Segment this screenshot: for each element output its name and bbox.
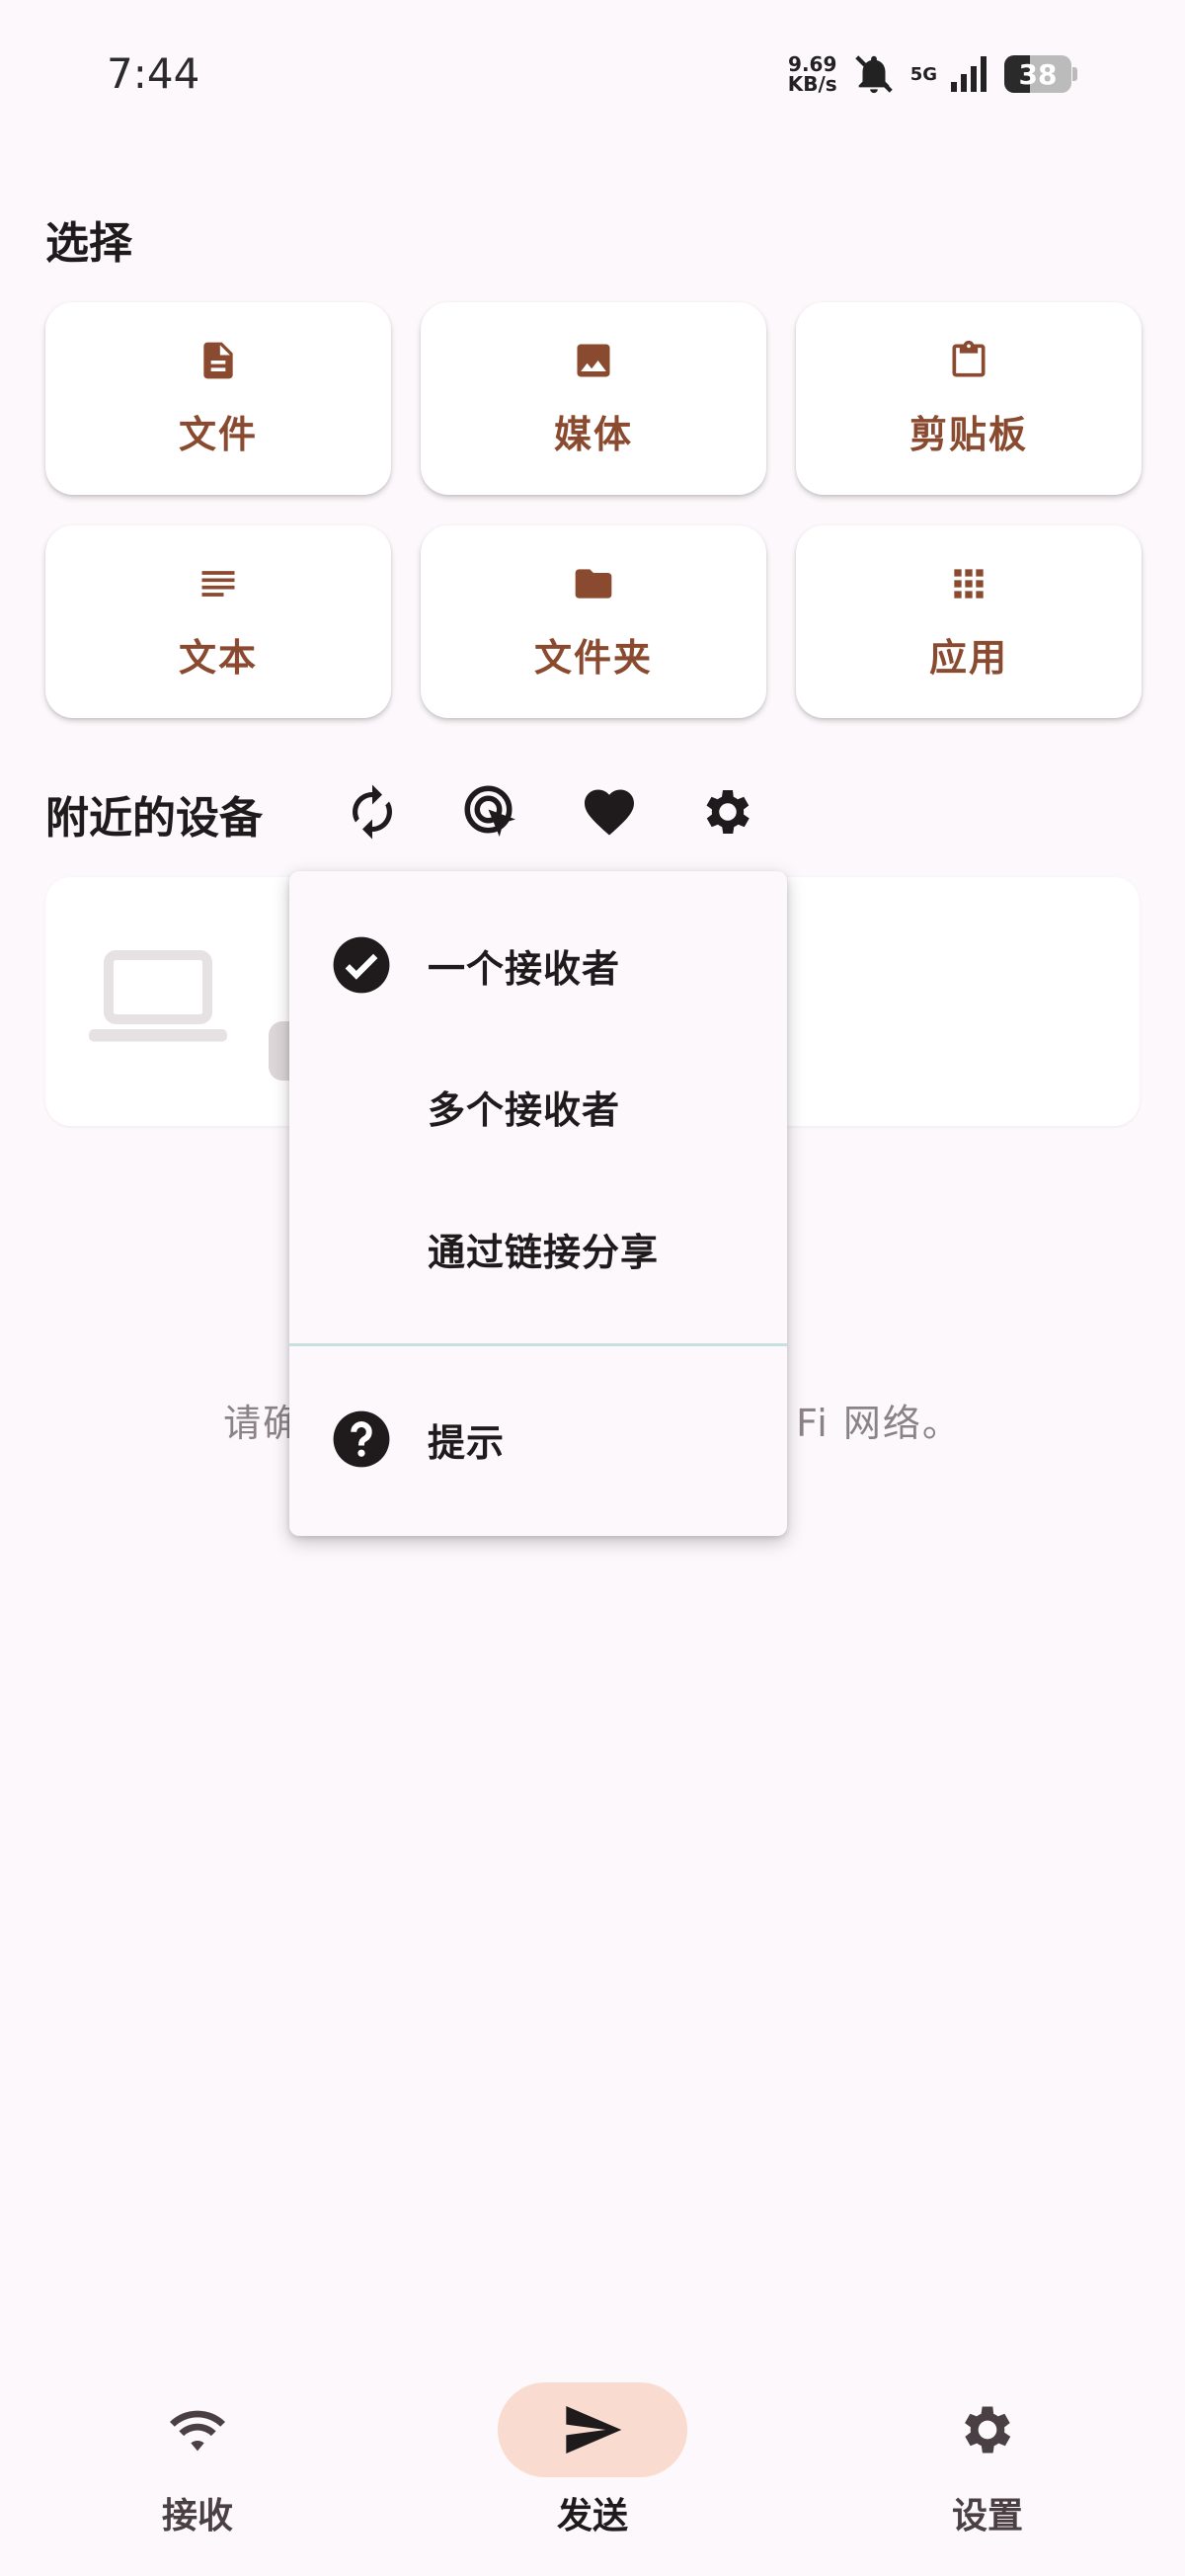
folder-icon	[575, 569, 612, 599]
apps-grid-icon	[954, 569, 984, 599]
refresh-icon	[353, 784, 392, 840]
select-folder-label: 文件夹	[533, 636, 653, 680]
select-file-button[interactable]: 文件	[45, 302, 391, 495]
scan-target-button[interactable]	[459, 780, 522, 844]
nav-settings-label: 设置	[951, 2496, 1023, 2536]
nav-receive-label: 接收	[161, 2496, 233, 2536]
menu-item-label: 提示	[428, 1420, 506, 1465]
image-icon	[577, 344, 610, 377]
send-mode-menu: 一个接收者 多个接收者 通过链接分享 提示	[289, 871, 787, 1536]
menu-item-label: 通过链接分享	[428, 1230, 660, 1274]
signal-group: 5G	[909, 63, 937, 85]
wifi-icon	[170, 2410, 225, 2452]
menu-item-multiple-recipients[interactable]: 多个接收者	[289, 1047, 787, 1166]
target-cursor-icon	[464, 785, 515, 837]
send-icon	[566, 2406, 622, 2454]
bottom-navigation: 接收 发送 设置	[0, 2361, 1185, 2576]
heart-icon	[585, 789, 634, 836]
favorites-button[interactable]	[578, 780, 641, 844]
nav-receive-pill	[103, 2382, 292, 2477]
help-circle-icon	[333, 1410, 390, 1468]
laptop-icon	[89, 950, 227, 1042]
select-folder-button[interactable]: 文件夹	[421, 525, 766, 718]
select-text-button[interactable]: 文本	[45, 525, 391, 718]
refresh-button[interactable]	[341, 780, 404, 844]
signal-bars-icon	[951, 56, 987, 92]
battery-indicator: 38	[1004, 55, 1077, 93]
menu-item-tips[interactable]: 提示	[289, 1380, 787, 1498]
nav-send[interactable]: 发送	[484, 2382, 701, 2538]
status-time: 7:44	[107, 49, 200, 98]
nav-send-label: 发送	[556, 2496, 628, 2536]
select-text-label: 文本	[178, 636, 258, 680]
menu-item-label: 多个接收者	[428, 1087, 621, 1132]
nav-settings[interactable]: 设置	[879, 2382, 1096, 2538]
gear-icon	[706, 790, 750, 834]
gear-icon	[965, 2406, 1011, 2454]
nav-send-pill	[498, 2382, 687, 2477]
nav-receive[interactable]: 接收	[89, 2382, 306, 2538]
menu-item-label: 一个接收者	[428, 946, 621, 991]
nearby-settings-button[interactable]	[696, 780, 759, 844]
select-clipboard-label: 剪贴板	[908, 413, 1028, 456]
select-file-label: 文件	[178, 413, 258, 456]
net-speed: 9.69 KB/s	[787, 52, 837, 96]
select-section-title: 选择	[45, 218, 132, 269]
clipboard-icon	[952, 340, 986, 377]
nearby-devices-title: 附近的设备	[45, 793, 263, 844]
menu-divider	[289, 1343, 787, 1346]
bell-muted-icon	[854, 55, 893, 94]
select-apps-label: 应用	[928, 636, 1008, 680]
status-indicators: 9.69 KB/s 5G 38	[787, 49, 1077, 99]
check-circle-icon	[333, 936, 390, 994]
status-bar: 7:44 9.69 KB/s 5G 38	[0, 0, 1185, 148]
select-apps-button[interactable]: 应用	[796, 525, 1142, 718]
select-clipboard-button[interactable]: 剪贴板	[796, 302, 1142, 495]
menu-item-share-via-link[interactable]: 通过链接分享	[289, 1189, 787, 1308]
menu-item-single-recipient[interactable]: 一个接收者	[289, 906, 787, 1024]
text-icon	[201, 571, 235, 597]
select-media-button[interactable]: 媒体	[421, 302, 766, 495]
nav-settings-pill	[893, 2382, 1082, 2477]
select-media-label: 媒体	[553, 413, 633, 456]
file-icon	[203, 342, 233, 379]
